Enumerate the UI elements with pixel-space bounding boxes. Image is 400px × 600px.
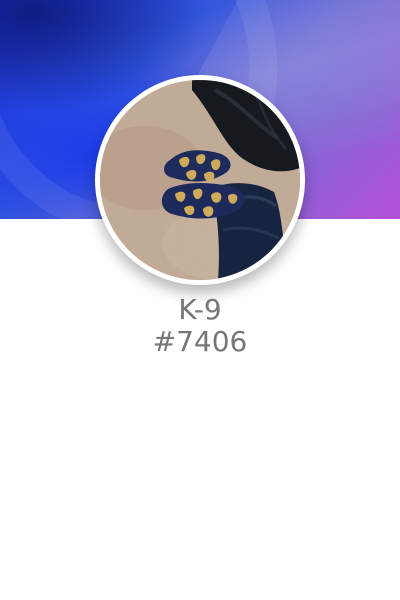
profile-card: K-9 #7406 (0, 0, 400, 600)
avatar-ring (95, 75, 305, 285)
profile-username: K-9 (178, 293, 222, 326)
avatar-photo-feet-socks (100, 80, 300, 280)
profile-avatar[interactable] (100, 80, 300, 280)
profile-discriminator: #7406 (152, 325, 248, 358)
